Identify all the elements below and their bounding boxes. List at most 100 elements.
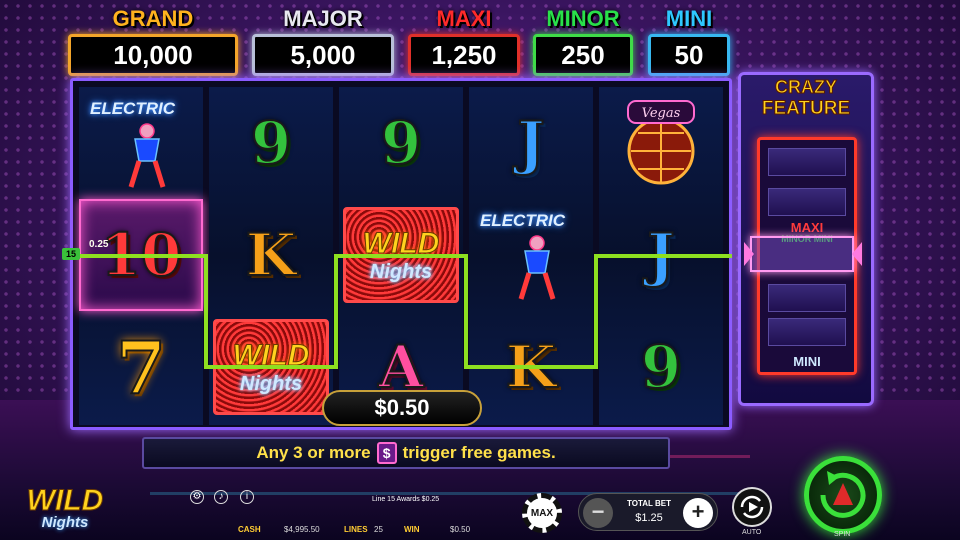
feature-pointer (750, 236, 854, 272)
jackpot-mini-label: MINI (665, 6, 713, 31)
symbol-king: K (505, 332, 557, 402)
jackpot-mini-value: 50 (648, 34, 730, 76)
symbol-king: K (245, 220, 297, 290)
symbol-jack-cell: J (469, 87, 593, 199)
message-bar: Any 3 or more $ trigger free games. (142, 437, 670, 469)
reels-frame[interactable]: ELECTRIC 0.25 10 7 9 K WILD Nights 9 WIL… (70, 78, 732, 430)
showgirl-icon (518, 235, 556, 300)
jackpot-major: MAJOR 5,000 (252, 6, 394, 76)
symbol-electric: ELECTRIC (469, 199, 593, 311)
symbol-ten-winning: 0.25 10 (79, 199, 203, 311)
symbol-electric: ELECTRIC (79, 87, 203, 199)
logo-wild: WILD (26, 484, 104, 517)
game-logo: WILD Nights (10, 484, 120, 536)
wild-label: WILD (232, 338, 310, 372)
message-text-after: trigger free games. (402, 443, 556, 462)
pointer-arrow-left-icon (744, 242, 754, 266)
symbol-nine: 9 (640, 332, 682, 402)
symbol-jack: J (516, 108, 545, 178)
symbol-king-cell: K (209, 199, 333, 311)
win-value: $0.50 (450, 525, 471, 534)
feature-title: CRAZY FEATURE (741, 77, 871, 120)
symbol-nine-cell: 9 (599, 311, 723, 423)
message-text-before: Any 3 or more (256, 443, 371, 462)
win-amount-display: $0.50 (322, 390, 482, 426)
ladder-rung (768, 148, 846, 176)
autoplay-label: AUTO (742, 529, 762, 536)
win-label: WIN (404, 525, 420, 534)
total-bet-value: $1.25 (635, 512, 663, 524)
lines-label: LINES (344, 525, 368, 534)
autoplay-button[interactable] (732, 487, 772, 527)
cash-label: CASH (238, 525, 261, 534)
reel-4: J ELECTRIC K (469, 87, 593, 425)
line-award-info: Line 15 Awards $0.25 (372, 496, 440, 503)
electric-label: ELECTRIC (90, 99, 175, 118)
ladder-label-maxi: MAXI (790, 220, 824, 235)
nights-label: Nights (239, 372, 303, 395)
jackpot-grand-value: 10,000 (68, 34, 238, 76)
max-bet-button[interactable]: MAX (522, 493, 562, 533)
symbol-nine: 9 (250, 108, 292, 178)
vegas-label: Vegas (642, 106, 681, 121)
pointer-arrow-right-icon (852, 242, 862, 266)
symbol-vegas: Vegas (599, 87, 723, 199)
jackpot-major-value: 5,000 (252, 34, 394, 76)
electric-label: ELECTRIC (480, 211, 565, 230)
symbol-jack-cell: J (599, 199, 723, 311)
total-bet-label: TOTAL BET (627, 499, 671, 508)
symbol-seven-cell: 7 (79, 311, 203, 423)
ladder-rung (768, 284, 846, 312)
jackpot-mini: MINI 50 (648, 6, 730, 76)
ladder-rung (768, 318, 846, 346)
jackpot-minor-value: 250 (533, 34, 633, 76)
settings-icon[interactable]: ⚙ (190, 490, 204, 504)
symbol-king-cell: K (469, 311, 593, 423)
symbol-wild-cell: WILD Nights (209, 311, 333, 423)
jackpot-grand: GRAND 10,000 (68, 6, 238, 76)
showgirl-icon (128, 123, 166, 188)
symbol-wild-cell: WILD Nights (339, 199, 463, 311)
spin-button[interactable] (804, 456, 882, 534)
spin-label: SPIN (834, 531, 851, 538)
symbol-ten: 10 (100, 220, 183, 290)
vegas-sign-icon: Vegas (627, 100, 695, 185)
reel-5: Vegas J 9 (599, 87, 723, 425)
symbol-nine-cell: 9 (339, 87, 463, 199)
cash-value: $4,995.50 (284, 525, 320, 534)
symbol-wild: WILD Nights (343, 207, 459, 303)
jackpot-grand-label: GRAND (112, 6, 194, 31)
jackpot-minor: MINOR 250 (533, 6, 633, 76)
ladder-rung (768, 188, 846, 216)
wild-label: WILD (362, 226, 440, 260)
nights-label: Nights (369, 260, 433, 283)
jackpot-maxi-label: MAXI (436, 6, 492, 31)
logo-nights: Nights (41, 514, 89, 531)
symbol-nine-cell: 9 (209, 87, 333, 199)
decrease-bet-button[interactable]: − (583, 498, 613, 528)
symbol-seven: 7 (115, 324, 167, 411)
ladder-label-mini: MINI (793, 354, 821, 369)
feature-title-crazy: CRAZY (775, 77, 838, 98)
info-icon[interactable]: i (240, 490, 254, 504)
jackpot-maxi-value: 1,250 (408, 34, 520, 76)
jackpot-minor-label: MINOR (546, 6, 620, 31)
reel-3: 9 WILD Nights A (339, 87, 463, 425)
total-bet-control: − TOTAL BET $1.25 + (578, 493, 718, 531)
jackpot-major-label: MAJOR (283, 6, 363, 31)
symbol-nine: 9 (380, 108, 422, 178)
scatter-dollar-icon: $ (376, 442, 397, 464)
status-bar: CASH $4,995.50 LINES 25 WIN $0.50 (232, 522, 522, 538)
increase-bet-button[interactable]: + (683, 498, 713, 528)
jackpot-maxi: MAXI 1,250 (408, 6, 520, 76)
reel-1: ELECTRIC 0.25 10 7 (79, 87, 203, 425)
sound-icon[interactable]: ♪ (214, 490, 228, 504)
symbol-value-label: 0.25 (89, 239, 109, 250)
payline-number-tag: 15 (62, 248, 80, 260)
spin-icon (820, 471, 866, 518)
feature-title-feature: FEATURE (761, 98, 851, 119)
symbol-wild: WILD Nights (213, 319, 329, 415)
autoplay-icon (740, 495, 764, 519)
lines-value: 25 (374, 525, 383, 534)
symbol-jack: J (646, 220, 675, 290)
